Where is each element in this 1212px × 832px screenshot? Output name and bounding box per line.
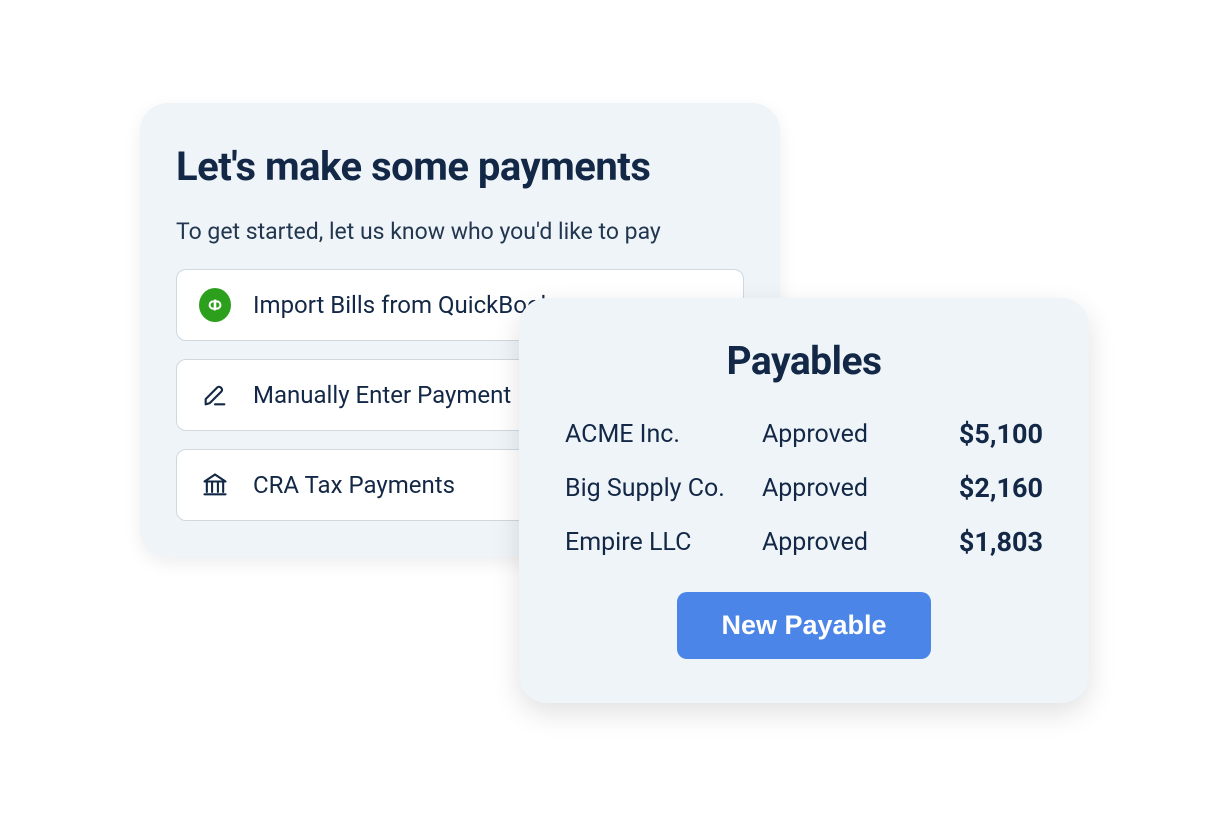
page-title: Let's make some payments [176, 143, 744, 190]
payable-amount: $2,160 [959, 472, 1043, 504]
new-payable-button[interactable]: New Payable [677, 592, 930, 659]
table-row: Big Supply Co. Approved $2,160 [565, 472, 1043, 504]
bank-icon [199, 469, 231, 501]
option-label: Import Bills from QuickBooks [253, 291, 565, 319]
payable-status: Approved [762, 474, 939, 503]
table-row: ACME Inc. Approved $5,100 [565, 418, 1043, 450]
payable-amount: $1,803 [959, 526, 1043, 558]
page-subtitle: To get started, let us know who you'd li… [176, 218, 744, 245]
payables-card: Payables ACME Inc. Approved $5,100 Big S… [519, 298, 1089, 703]
payables-title: Payables [565, 338, 1043, 384]
payable-status: Approved [762, 420, 939, 449]
quickbooks-icon [199, 289, 231, 321]
payable-company: Big Supply Co. [565, 474, 742, 503]
payable-amount: $5,100 [959, 418, 1043, 450]
option-label: Manually Enter Payment [253, 381, 511, 409]
payable-status: Approved [762, 528, 939, 557]
table-row: Empire LLC Approved $1,803 [565, 526, 1043, 558]
pencil-icon [199, 379, 231, 411]
payable-company: ACME Inc. [565, 420, 742, 449]
option-label: CRA Tax Payments [253, 471, 455, 499]
payable-company: Empire LLC [565, 528, 742, 557]
